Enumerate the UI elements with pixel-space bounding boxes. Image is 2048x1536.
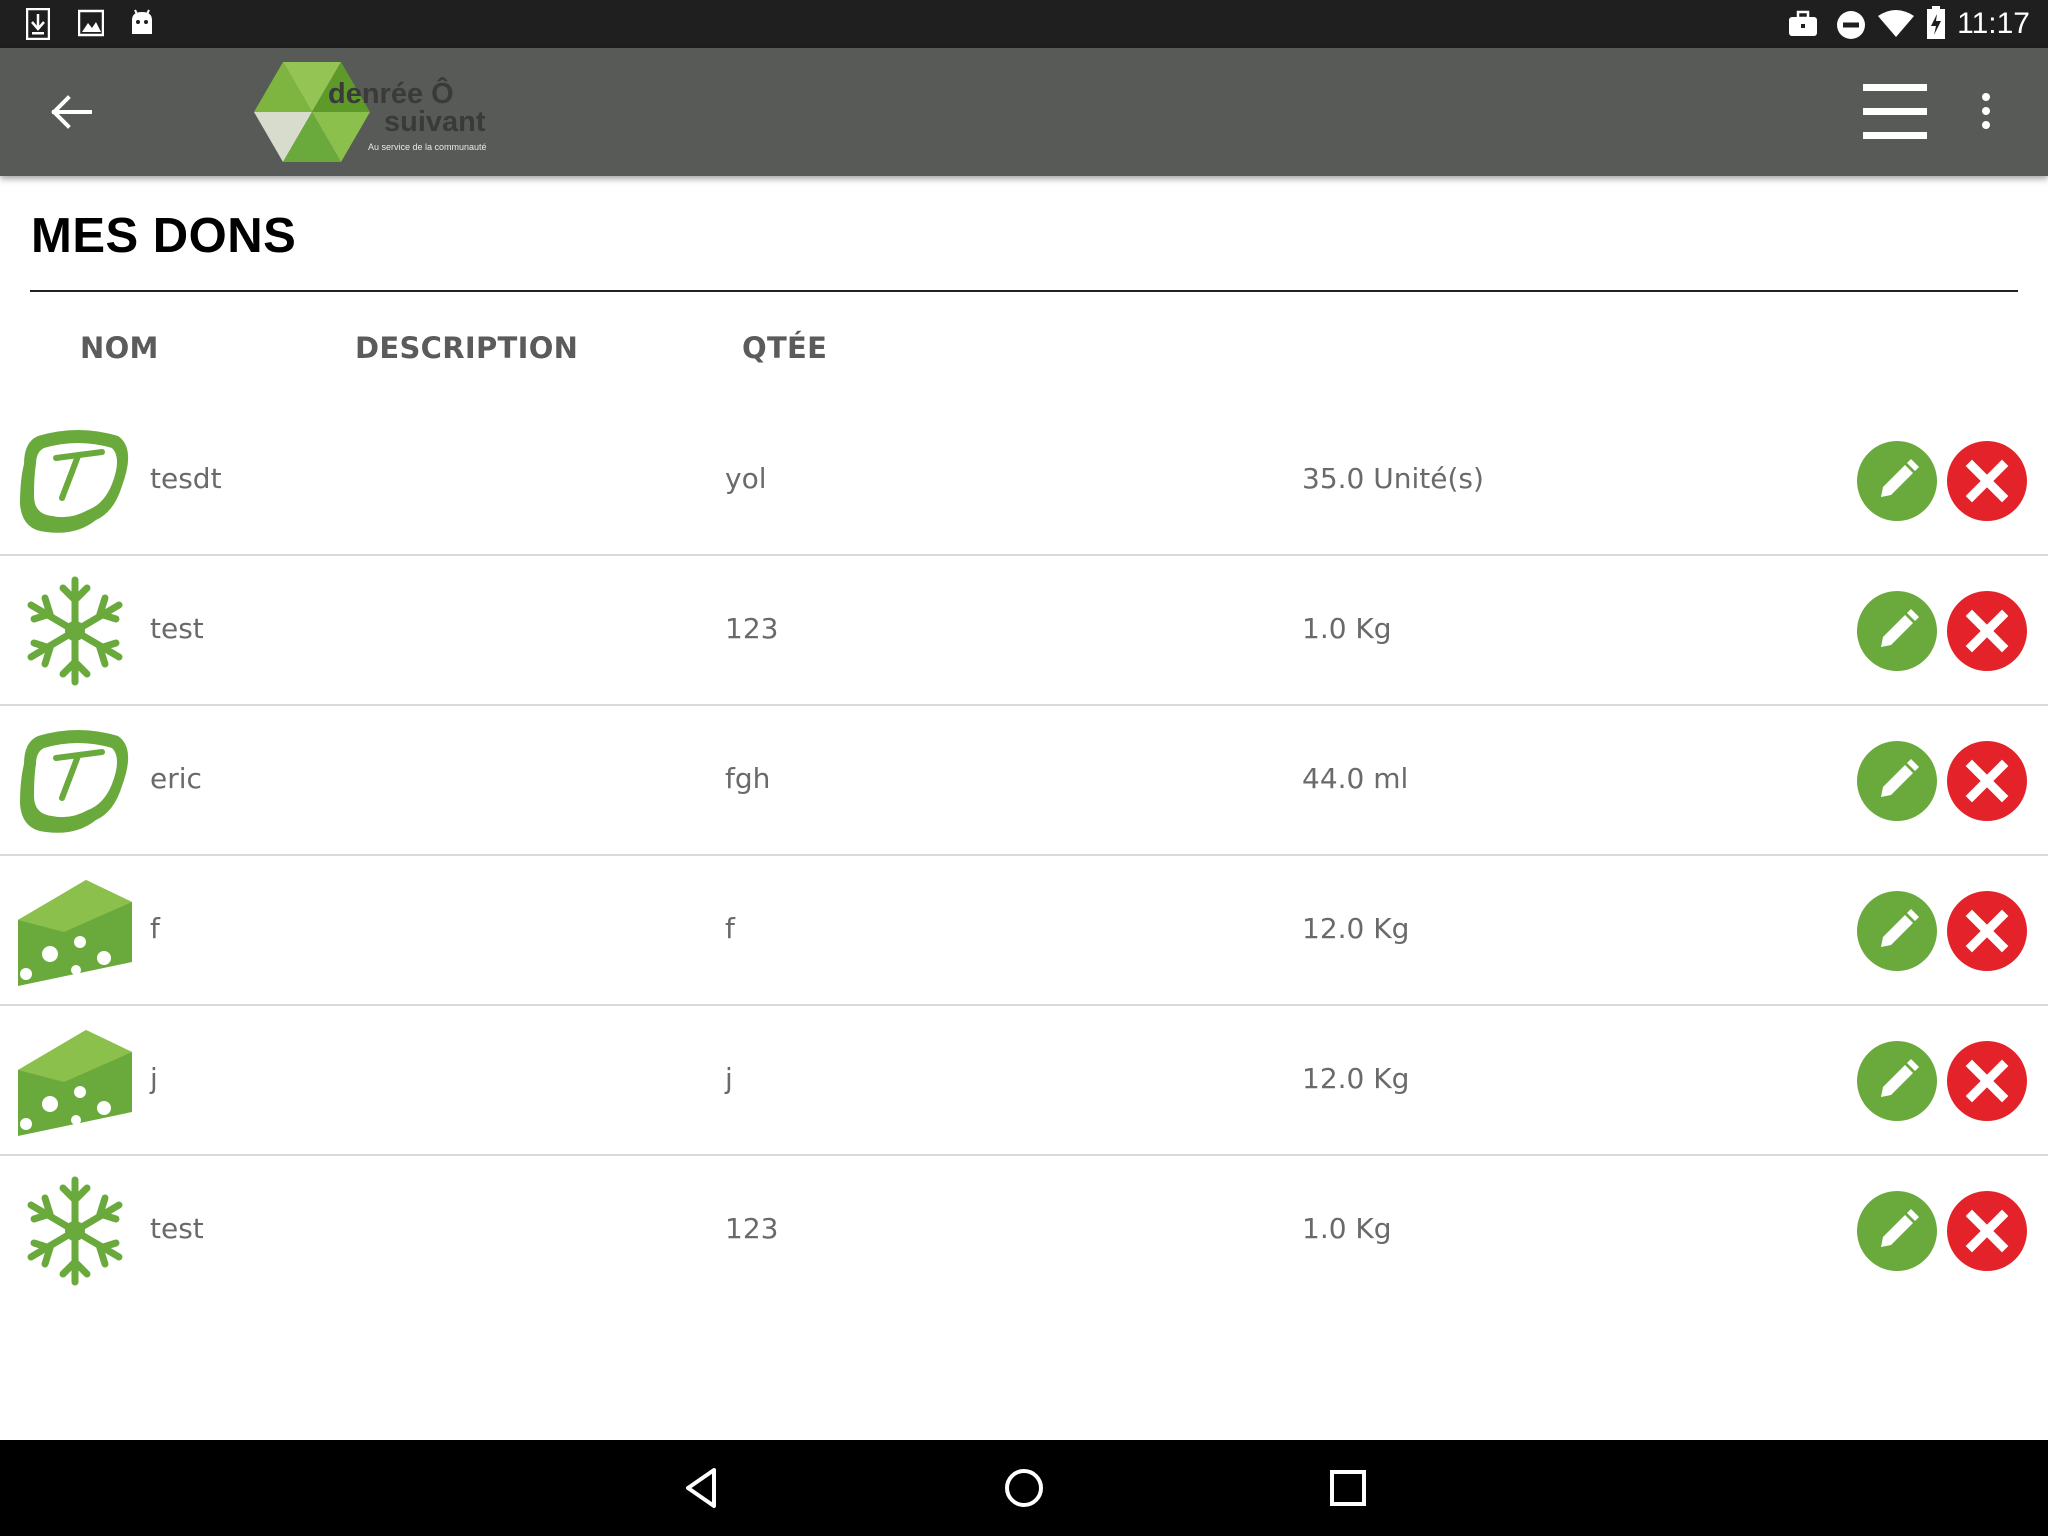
table-row[interactable]: f f 12.0 Kg xyxy=(0,856,2048,1006)
briefcase-icon xyxy=(1789,10,1817,36)
table-row[interactable]: eric fgh 44.0 ml xyxy=(0,706,2048,856)
delete-icon xyxy=(1947,741,2027,821)
row-description: fgh xyxy=(725,762,771,795)
column-header-description: DESCRIPTION xyxy=(355,331,579,365)
delete-icon xyxy=(1947,441,2027,521)
nav-home-icon[interactable] xyxy=(996,1460,1052,1516)
edit-button[interactable] xyxy=(1857,891,1937,971)
table-row[interactable]: j j 12.0 Kg xyxy=(0,1006,2048,1156)
row-quantity: 1.0 Kg xyxy=(1302,612,1392,645)
edit-icon xyxy=(1857,441,1937,521)
row-quantity: 44.0 ml xyxy=(1302,762,1409,795)
row-quantity: 1.0 Kg xyxy=(1302,1212,1392,1245)
column-header-quantity: QTÉE xyxy=(742,331,828,365)
cheese-icon xyxy=(18,1024,132,1138)
row-description: 123 xyxy=(725,1212,779,1245)
status-time: 11:17 xyxy=(1957,7,2030,40)
row-name: eric xyxy=(150,762,202,795)
row-description: f xyxy=(725,912,735,945)
back-arrow-icon[interactable] xyxy=(44,88,100,136)
delete-button[interactable] xyxy=(1947,1041,2027,1121)
edit-button[interactable] xyxy=(1857,741,1937,821)
edit-button[interactable] xyxy=(1857,591,1937,671)
delete-icon xyxy=(1947,1041,2027,1121)
hamburger-menu-icon[interactable] xyxy=(1862,82,1928,142)
row-name: test xyxy=(150,1212,204,1245)
row-name: test xyxy=(150,612,204,645)
row-description: 123 xyxy=(725,612,779,645)
delete-button[interactable] xyxy=(1947,1191,2027,1271)
delete-button[interactable] xyxy=(1947,741,2027,821)
android-icon xyxy=(132,9,152,34)
cheese-icon xyxy=(18,874,132,988)
edit-button[interactable] xyxy=(1857,1191,1937,1271)
image-icon xyxy=(78,9,104,37)
edit-icon xyxy=(1857,741,1937,821)
edit-button[interactable] xyxy=(1857,441,1937,521)
row-description: yol xyxy=(725,462,767,495)
edit-icon xyxy=(1857,1191,1937,1271)
table-row[interactable]: test 123 1.0 Kg xyxy=(0,556,2048,706)
edit-icon xyxy=(1857,891,1937,971)
nav-back-icon[interactable] xyxy=(674,1460,730,1516)
wifi-icon xyxy=(1878,10,1914,37)
table-row[interactable]: test 123 1.0 Kg xyxy=(0,1156,2048,1306)
delete-icon xyxy=(1947,1191,2027,1271)
table-row[interactable]: tesdt yol 35.0 Unité(s) xyxy=(0,406,2048,556)
column-header-name: NOM xyxy=(80,331,159,365)
do-not-disturb-icon xyxy=(1837,11,1865,39)
delete-button[interactable] xyxy=(1947,891,2027,971)
row-name: f xyxy=(150,912,160,945)
row-quantity: 12.0 Kg xyxy=(1302,912,1410,945)
row-name: j xyxy=(150,1062,158,1095)
battery-charging-icon xyxy=(1927,6,1945,39)
row-description: j xyxy=(725,1062,733,1095)
app-bar: denrée Ô suivant Au service de la commun… xyxy=(0,48,2048,176)
delete-icon xyxy=(1947,891,2027,971)
edit-icon xyxy=(1857,1041,1937,1121)
system-nav-bar xyxy=(0,1440,2048,1536)
status-bar: 11:17 xyxy=(0,0,2048,48)
more-vert-icon[interactable] xyxy=(1972,88,2000,138)
logo-line2: suivant xyxy=(384,106,486,138)
app-logo: denrée Ô suivant Au service de la commun… xyxy=(254,60,514,164)
snowflake-icon xyxy=(18,1174,132,1288)
title-divider xyxy=(30,290,2018,292)
row-name: tesdt xyxy=(150,462,222,495)
edit-icon xyxy=(1857,591,1937,671)
download-icon xyxy=(26,8,50,40)
row-quantity: 35.0 Unité(s) xyxy=(1302,462,1484,495)
delete-button[interactable] xyxy=(1947,441,2027,521)
logo-tagline: Au service de la communauté xyxy=(368,142,487,152)
row-quantity: 12.0 Kg xyxy=(1302,1062,1410,1095)
delete-button[interactable] xyxy=(1947,591,2027,671)
nav-recents-icon[interactable] xyxy=(1320,1460,1376,1516)
snowflake-icon xyxy=(18,574,132,688)
delete-icon xyxy=(1947,591,2027,671)
edit-button[interactable] xyxy=(1857,1041,1937,1121)
steak-icon xyxy=(18,424,132,538)
page-title: MES DONS xyxy=(31,209,297,263)
steak-icon xyxy=(18,724,132,838)
